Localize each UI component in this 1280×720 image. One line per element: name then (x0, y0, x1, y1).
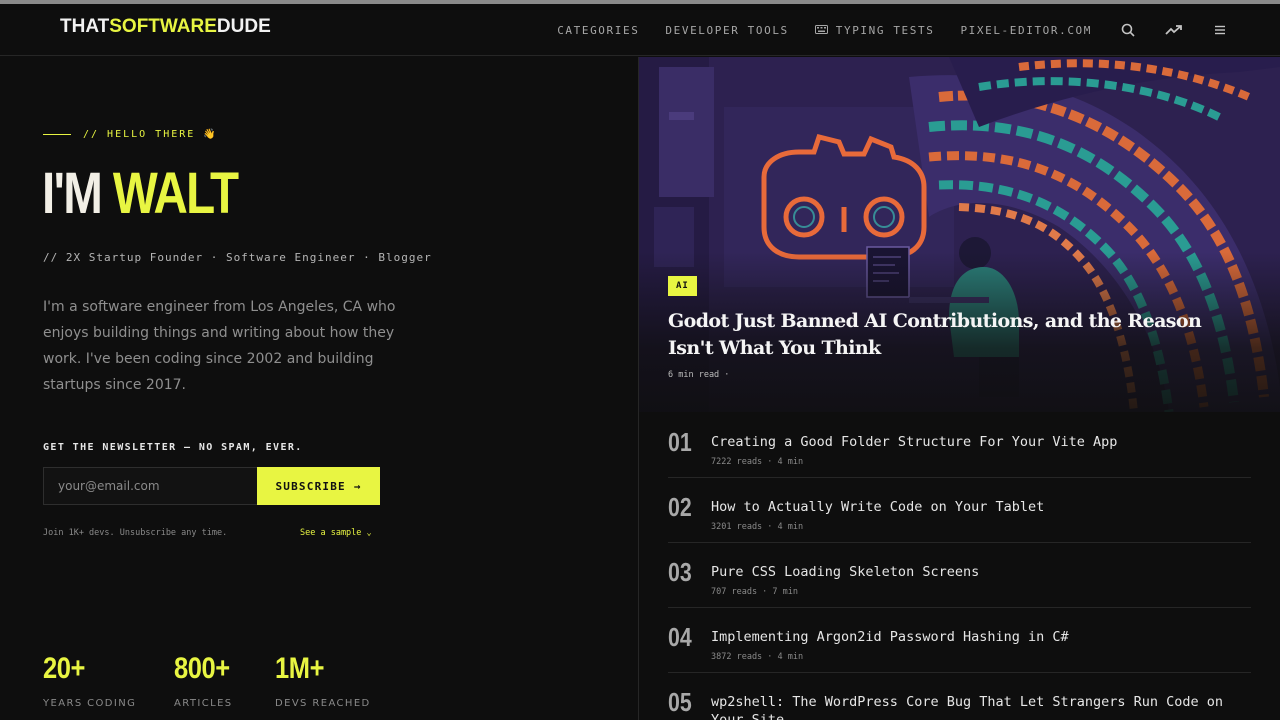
list-item[interactable]: 02 How to Actually Write Code on Your Ta… (668, 478, 1251, 543)
article-meta: 707 reads · 7 min (711, 587, 798, 597)
article-meta: 3201 reads · 4 min (711, 522, 804, 532)
hero-title-name: WALT (112, 161, 239, 226)
article-number: 05 (668, 687, 692, 717)
hero-section: // HELLO THERE 👋 I'M WALT // 2X Startup … (0, 57, 638, 720)
list-item[interactable]: 04 Implementing Argon2id Password Hashin… (668, 608, 1251, 673)
search-icon[interactable] (1118, 20, 1138, 40)
nav-pixel-editor-label: PIXEL-EDITOR.COM (960, 23, 1092, 37)
nav-categories[interactable]: CATEGORIES (557, 24, 639, 37)
nav-categories-label: CATEGORIES (557, 23, 640, 37)
list-item[interactable]: 01 Creating a Good Folder Structure For … (668, 413, 1251, 478)
newsletter-email-input[interactable] (43, 467, 257, 505)
logo-text-that: THAT (60, 16, 110, 37)
article-list: 01 Creating a Good Folder Structure For … (668, 413, 1251, 720)
stat-articles: 800+ ARTICLES (174, 652, 275, 710)
article-title[interactable]: How to Actually Write Code on Your Table… (711, 498, 1246, 516)
nav-typing-tests[interactable]: TYPING TESTS (814, 23, 935, 37)
see-sample-link[interactable]: See a sample ⌄ (300, 528, 372, 538)
menu-icon[interactable] (1210, 20, 1230, 40)
hero-title: I'M WALT (42, 165, 239, 223)
subscribe-button[interactable]: SUBSCRIBE → (257, 467, 380, 505)
list-item[interactable]: 05 wp2shell: The WordPress Core Bug That… (668, 673, 1251, 720)
featured-article-card[interactable]: AI Godot Just Banned AI Contributions, a… (639, 57, 1280, 412)
trending-icon[interactable] (1164, 20, 1184, 40)
featured-category-tag[interactable]: AI (668, 276, 697, 296)
logo-text-dude: DUDE (216, 16, 271, 37)
keyboard-icon (814, 24, 828, 37)
stat-devs: 1M+ DEVS REACHED (275, 652, 385, 710)
article-number: 01 (668, 427, 692, 457)
featured-title: Godot Just Banned AI Contributions, and … (668, 310, 1202, 359)
nav-typing-tests-label: TYPING TESTS (835, 23, 935, 37)
stats-row: 20+ YEARS CODING 800+ ARTICLES 1M+ DEVS … (43, 652, 385, 710)
eyebrow-line (43, 134, 71, 135)
eyebrow-text: // HELLO THERE 👋 (83, 129, 218, 140)
hero-eyebrow: // HELLO THERE 👋 (43, 129, 218, 140)
article-number: 04 (668, 622, 692, 652)
site-header: THATSOFTWAREDUDE CATEGORIES DEVELOPER TO… (0, 4, 1280, 56)
article-title[interactable]: Creating a Good Folder Structure For You… (711, 433, 1246, 451)
nav-developer-tools-label: DEVELOPER TOOLS (665, 23, 789, 37)
stat-value: 20+ (43, 652, 85, 685)
stat-label: ARTICLES (174, 698, 233, 709)
newsletter-note: Join 1K+ devs. Unsubscribe any time. (43, 528, 228, 538)
featured-meta: 6 min read · (668, 370, 730, 380)
site-logo[interactable]: THATSOFTWAREDUDE (60, 16, 271, 38)
stat-value: 1M+ (275, 652, 325, 685)
article-meta: 3872 reads · 4 min (711, 652, 804, 662)
stat-label: DEVS REACHED (275, 698, 371, 709)
stat-value: 800+ (174, 652, 230, 685)
main-nav: CATEGORIES DEVELOPER TOOLS TYPING TESTS … (557, 4, 1230, 56)
list-item[interactable]: 03 Pure CSS Loading Skeleton Screens 707… (668, 543, 1251, 608)
hero-title-im: I'M (42, 161, 103, 226)
hero-roles: // 2X Startup Founder · Software Enginee… (43, 251, 432, 264)
stat-years: 20+ YEARS CODING (43, 652, 174, 710)
logo-text-software: SOFTWARE (109, 16, 217, 37)
nav-pixel-editor[interactable]: PIXEL-EDITOR.COM (960, 24, 1092, 37)
article-number: 03 (668, 557, 692, 587)
nav-developer-tools[interactable]: DEVELOPER TOOLS (665, 24, 788, 37)
article-title[interactable]: Implementing Argon2id Password Hashing i… (711, 628, 1246, 646)
newsletter-label: GET THE NEWSLETTER — NO SPAM, EVER. (43, 442, 303, 453)
article-title[interactable]: Pure CSS Loading Skeleton Screens (711, 563, 1246, 581)
hero-bio: I'm a software engineer from Los Angeles… (43, 299, 396, 393)
stat-label: YEARS CODING (43, 698, 137, 709)
article-number: 02 (668, 492, 692, 522)
newsletter-form: SUBSCRIBE → (43, 467, 380, 505)
article-title[interactable]: wp2shell: The WordPress Core Bug That Le… (711, 693, 1246, 720)
article-meta: 7222 reads · 4 min (711, 457, 804, 467)
